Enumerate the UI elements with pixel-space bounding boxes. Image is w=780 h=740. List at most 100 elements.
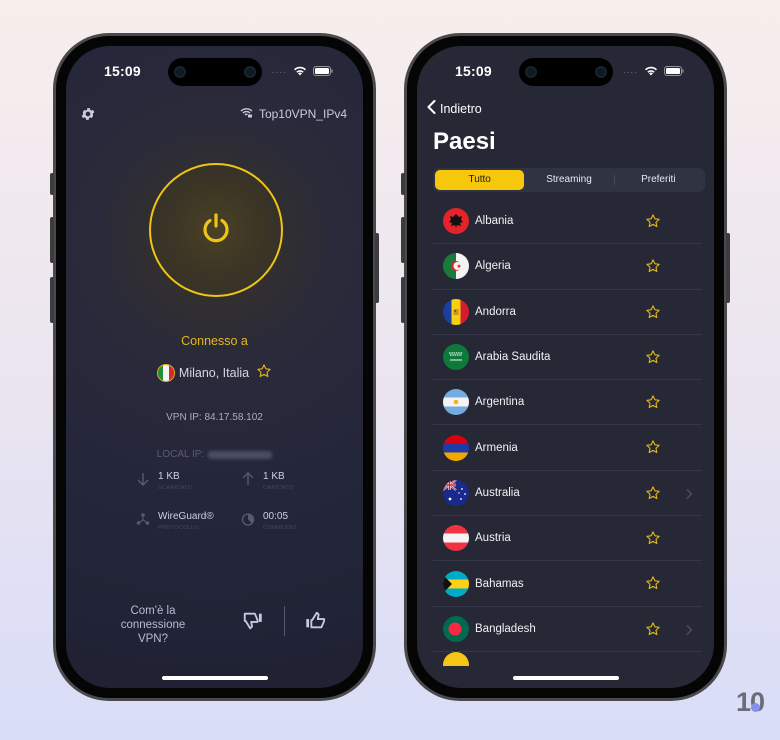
feedback-question: Com'è la connessione VPN? [120, 605, 186, 645]
location-name: Milano, Italia [178, 365, 250, 380]
action-button [50, 173, 54, 195]
top10vpn-logo: 10 [735, 687, 765, 718]
home-indicator [512, 676, 619, 680]
star-icon[interactable] [645, 485, 661, 501]
protocol-label: PROTOCOLLO [158, 525, 200, 531]
andorra-flag [443, 298, 469, 325]
volume-down-button [401, 277, 405, 323]
country-row[interactable]: Andorra [433, 290, 702, 335]
volume-up-button [50, 217, 54, 263]
countries-screen: 15:09 .... Indietro Paesi Tutto Streamin… [417, 46, 714, 688]
tab-streaming[interactable]: Streaming [524, 170, 613, 190]
country-row[interactable]: Armenia [433, 425, 702, 471]
country-name: Albania [475, 215, 514, 228]
volume-down-button [50, 277, 54, 323]
wifi-icon [644, 66, 658, 76]
argentina-flag [443, 389, 469, 416]
star-icon[interactable] [645, 213, 661, 229]
star-icon[interactable] [645, 304, 661, 320]
australia-flag [443, 479, 469, 506]
star-icon[interactable] [645, 258, 661, 274]
country-row[interactable]: Arabia Saudita [433, 335, 702, 381]
stat-duration: 00:05 CONNESSO [241, 511, 297, 531]
chevron-right-icon[interactable] [685, 487, 693, 499]
country-list: Albania Algeria Andorra Arabia Saudita A… [433, 199, 702, 666]
status-bar: 15:09 .... [66, 62, 363, 82]
country-name: Australia [475, 486, 520, 499]
country-row[interactable]: Bangladesh [433, 607, 702, 652]
status-time: 15:09 [104, 63, 141, 79]
volume-up-button [401, 217, 405, 263]
local-ip: LOCAL IP: [66, 449, 363, 460]
country-row[interactable]: Bahamas [433, 561, 702, 607]
download-value: 1 KB [158, 471, 180, 482]
country-name: Algeria [475, 260, 511, 273]
albania-flag [443, 208, 469, 235]
austria-flag [443, 525, 469, 552]
wifi-lock-icon [240, 107, 253, 121]
star-icon[interactable] [645, 394, 661, 410]
tab-tutto[interactable]: Tutto [435, 170, 525, 190]
country-row[interactable]: Algeria [433, 244, 702, 290]
algeria-flag [443, 253, 469, 280]
back-button[interactable]: Indietro [427, 100, 482, 117]
arrow-down-icon [136, 472, 150, 486]
upload-value: 1 KB [263, 471, 285, 482]
signal-icon: .... [622, 65, 638, 76]
thumbs-down-icon[interactable] [242, 610, 264, 632]
logo-dot [751, 703, 760, 712]
power-side-button [726, 233, 730, 303]
network-indicator[interactable]: Top10VPN_IPv4 [240, 107, 347, 121]
power-button[interactable] [149, 163, 283, 297]
connected-location[interactable]: Milano, Italia [66, 363, 363, 382]
stat-protocol: WireGuard® PROTOCOLLO [136, 511, 214, 531]
feedback-divider [284, 606, 285, 636]
wifi-icon [293, 66, 307, 76]
country-row[interactable]: Australia [433, 471, 702, 517]
download-label: SCARICATO [158, 485, 193, 491]
duration-label: CONNESSO [263, 525, 297, 531]
country-name: Andorra [475, 305, 516, 318]
star-icon[interactable] [256, 363, 272, 382]
battery-icon [313, 65, 333, 76]
timer-icon [241, 512, 255, 526]
stat-upload: 1 KB CARICATO [241, 471, 293, 491]
bangladesh-flag [443, 615, 469, 642]
saudi-arabia-flag [443, 344, 469, 371]
local-ip-redacted [208, 450, 273, 459]
country-row[interactable]: Austria [433, 516, 702, 562]
local-ip-label: LOCAL IP: [156, 449, 205, 460]
gear-icon[interactable] [80, 106, 96, 122]
protocol-icon [136, 512, 150, 526]
country-row-partial [433, 651, 702, 666]
country-name: Argentina [475, 396, 525, 409]
phone-countries: 15:09 .... Indietro Paesi Tutto Streamin… [401, 33, 730, 701]
signal-icon: .... [271, 65, 287, 76]
star-icon[interactable] [645, 575, 661, 591]
back-label: Indietro [440, 101, 482, 116]
star-icon[interactable] [645, 621, 661, 637]
vpn-home-screen: 15:09 .... Top10VPN_IPv4 Connesso a Mila… [66, 46, 363, 688]
next-country-flag [443, 651, 469, 666]
star-icon[interactable] [645, 439, 661, 455]
home-indicator [161, 676, 268, 680]
phone-vpn-home: 15:09 .... Top10VPN_IPv4 Connesso a Mila… [50, 33, 379, 701]
country-row[interactable]: Albania [433, 199, 702, 245]
logo-text: 10 [735, 687, 765, 717]
country-row[interactable]: Argentina [433, 380, 702, 426]
star-icon[interactable] [645, 530, 661, 546]
power-icon [201, 212, 231, 249]
armenia-flag [443, 434, 469, 461]
country-name: Austria [475, 532, 511, 545]
chevron-right-icon[interactable] [685, 623, 693, 635]
stat-download: 1 KB SCARICATO [136, 471, 192, 491]
tab-preferiti[interactable]: Preferiti [613, 170, 703, 190]
action-button [401, 173, 405, 195]
status-bar: 15:09 .... [417, 62, 714, 82]
country-name: Bangladesh [475, 622, 536, 635]
vpn-ip: VPN IP: 84.17.58.102 [166, 412, 263, 423]
star-icon[interactable] [645, 349, 661, 365]
upload-label: CARICATO [263, 485, 294, 491]
battery-icon [664, 65, 684, 76]
thumbs-up-icon[interactable] [304, 609, 326, 631]
